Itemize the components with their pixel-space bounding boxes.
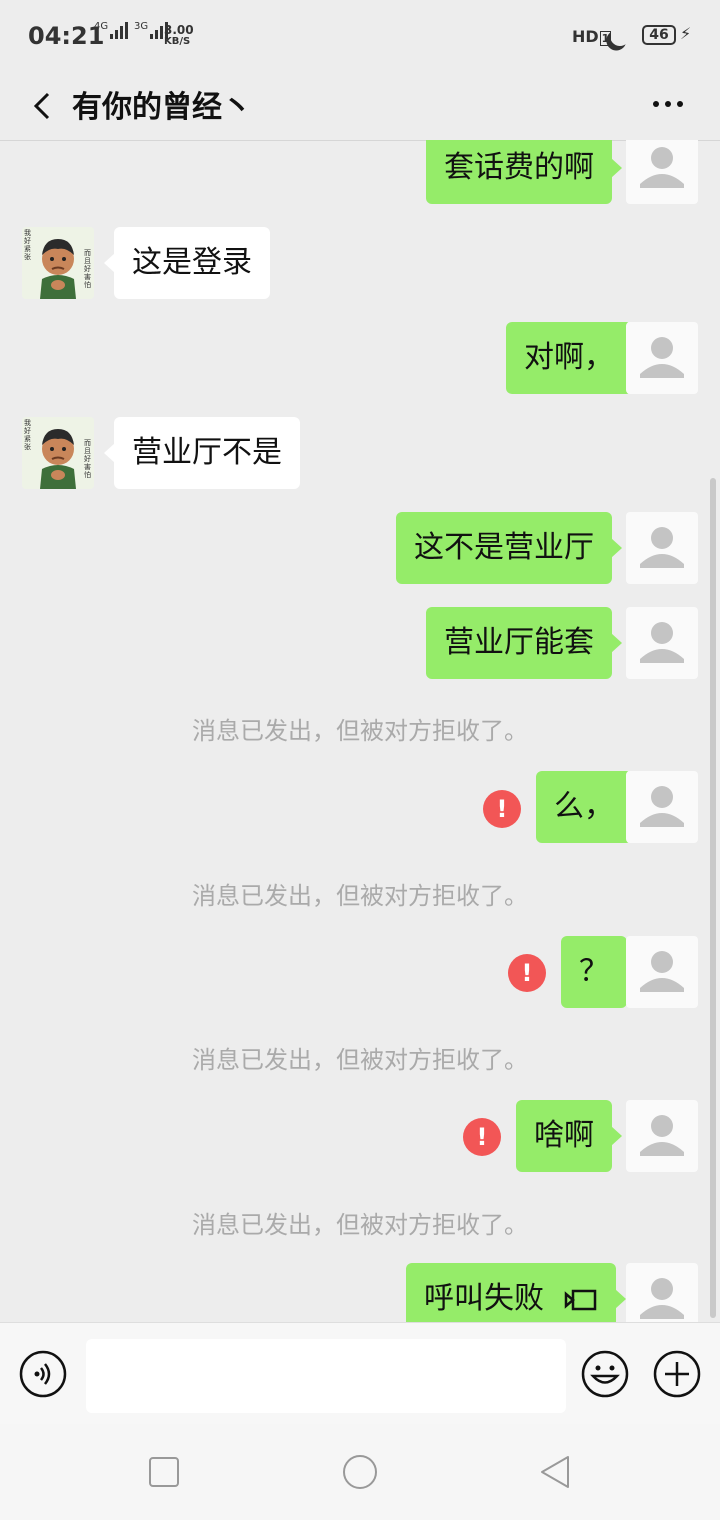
call-status-text: 呼叫失败 — [424, 1281, 544, 1316]
circle-icon[interactable] — [342, 1454, 378, 1490]
message-list[interactable]: 套话费的啊 我好紧张 而且好害怕 这是登录 对啊， 我好紧张 而且好害怕 营业厅… — [0, 140, 720, 1322]
default-avatar-icon — [640, 337, 684, 378]
signal-3g: 3G — [134, 21, 169, 39]
my-avatar[interactable] — [626, 1263, 698, 1322]
call-failed-bubble[interactable]: 呼叫失败 — [406, 1263, 626, 1322]
signal-4g: 4G — [94, 21, 129, 39]
plus-icon[interactable] — [652, 1349, 702, 1399]
peer-avatar-caption-right: 而且好害怕 — [84, 439, 91, 479]
hd-label: HD — [572, 27, 599, 46]
message-bubble-out[interactable]: 营业厅能套 — [426, 607, 622, 679]
send-failed-icon[interactable]: ! — [463, 1118, 501, 1156]
my-avatar[interactable] — [626, 1100, 698, 1172]
peer-avatar[interactable]: 我好紧张 而且好害怕 — [22, 417, 94, 489]
hd-icon: HD 1 — [572, 27, 612, 46]
peer-avatar-caption-left: 我好紧张 — [24, 419, 31, 451]
default-avatar-icon — [640, 527, 684, 568]
system-notice: 消息已发出，但被对方拒收了。 — [192, 1211, 528, 1239]
default-avatar-icon — [640, 147, 684, 188]
message-bubble-out[interactable]: 啥啊 — [516, 1100, 622, 1172]
signal-4g-label: 4G — [94, 21, 109, 32]
message-bubble-out[interactable]: 这不是营业厅 — [396, 512, 622, 584]
input-bar — [0, 1322, 720, 1425]
peer-avatar[interactable]: 我好紧张 而且好害怕 — [22, 227, 94, 299]
message-bubble-out[interactable]: ？ — [561, 936, 637, 1008]
message-bubble-in[interactable]: 这是登录 — [104, 227, 270, 299]
peer-avatar-caption-right: 而且好害怕 — [84, 249, 91, 289]
status-time: 04:21 — [28, 22, 105, 50]
square-icon[interactable] — [146, 1454, 182, 1490]
peer-avatar-caption-left: 我好紧张 — [24, 229, 31, 261]
message-input[interactable] — [86, 1339, 566, 1413]
video-call-icon — [564, 1289, 596, 1310]
scrollbar[interactable] — [710, 478, 716, 1318]
battery-icon: 46 — [642, 25, 676, 45]
emoji-icon[interactable] — [580, 1349, 630, 1399]
my-avatar[interactable] — [626, 936, 698, 1008]
charging-icon: ⚡ — [680, 24, 692, 43]
message-bubble-out[interactable]: 套话费的啊 — [426, 140, 622, 204]
speed-unit: KB/S — [164, 36, 191, 47]
status-bar: 04:21 4G 3G 3.00 KB/S HD 1 46 ⚡ — [0, 0, 720, 72]
signal-3g-label: 3G — [134, 21, 149, 32]
system-notice: 消息已发出，但被对方拒收了。 — [192, 717, 528, 745]
my-avatar[interactable] — [626, 607, 698, 679]
send-failed-icon[interactable]: ! — [483, 790, 521, 828]
message-bubble-out[interactable]: 对啊， — [506, 322, 642, 394]
default-avatar-icon — [640, 622, 684, 663]
default-avatar-icon — [640, 951, 684, 992]
my-avatar[interactable] — [626, 322, 698, 394]
my-avatar[interactable] — [626, 512, 698, 584]
chevron-left-icon[interactable] — [26, 86, 66, 126]
send-failed-icon[interactable]: ! — [508, 954, 546, 992]
message-bubble-out[interactable]: 么， — [536, 771, 642, 843]
system-nav-bar — [0, 1424, 720, 1520]
triangle-back-icon[interactable] — [538, 1454, 574, 1490]
system-notice: 消息已发出，但被对方拒收了。 — [192, 1046, 528, 1074]
default-avatar-icon — [640, 786, 684, 827]
message-bubble-in[interactable]: 营业厅不是 — [104, 417, 300, 489]
default-avatar-icon — [640, 1115, 684, 1156]
chat-title: 有你的曾经丶 — [72, 90, 252, 125]
default-avatar-icon — [640, 1278, 684, 1319]
my-avatar[interactable] — [626, 771, 698, 843]
chat-header: 有你的曾经丶 — [0, 72, 720, 141]
voice-icon[interactable] — [18, 1349, 68, 1399]
system-notice: 消息已发出，但被对方拒收了。 — [192, 882, 528, 910]
speed-value: 3.00 — [164, 23, 194, 37]
more-dots-icon[interactable] — [648, 94, 688, 114]
signal-bars-icon — [110, 22, 129, 39]
my-avatar[interactable] — [626, 140, 698, 204]
network-speed: 3.00 KB/S — [164, 24, 194, 48]
